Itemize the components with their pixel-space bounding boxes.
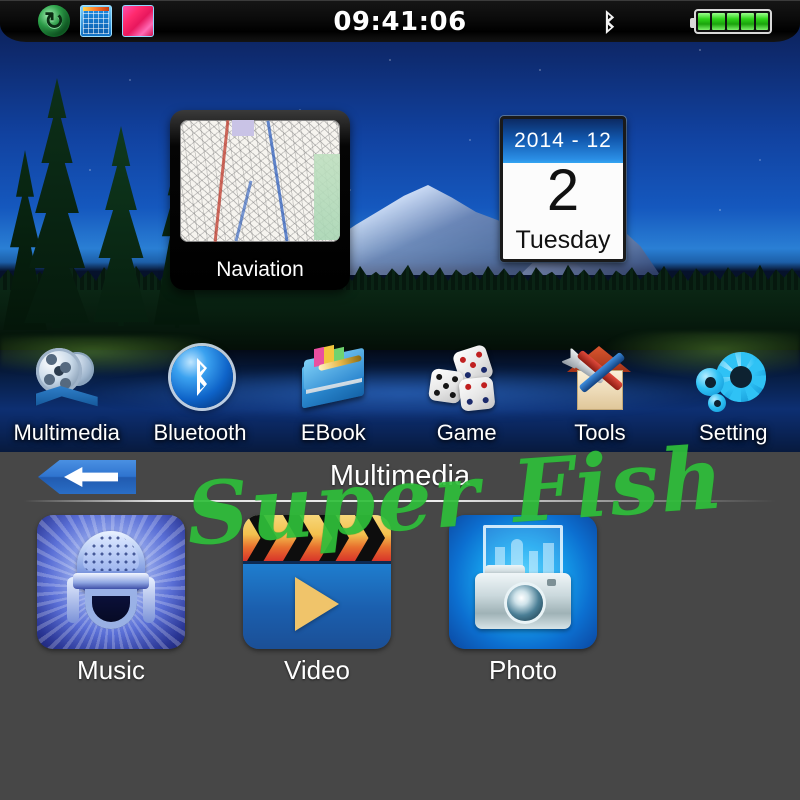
dock-label: Multimedia	[13, 420, 120, 445]
house-tools-icon	[563, 346, 637, 418]
dock-item-setting[interactable]: Setting	[667, 314, 800, 452]
bluetooth-icon	[163, 346, 237, 418]
status-bar: 09:41:06	[0, 0, 800, 42]
bluetooth-icon	[596, 8, 622, 35]
calendar-month-label: 2014 - 12	[503, 119, 623, 163]
navigation-tile-label: Naviation	[216, 258, 304, 281]
dock-item-game[interactable]: Game	[400, 314, 533, 452]
battery-cell	[698, 13, 711, 30]
dock-label: Setting	[699, 420, 768, 445]
dock-item-tools[interactable]: Tools	[533, 314, 666, 452]
battery-cell	[712, 13, 725, 30]
dock-item-ebook[interactable]: EBook	[267, 314, 400, 452]
app-grid: Music Video Photo	[0, 515, 800, 695]
dock-item-bluetooth[interactable]: Bluetooth	[133, 314, 266, 452]
clapperboard-play-icon	[243, 515, 391, 649]
device-screen: 09:41:06 Naviation 2014 - 12 2	[0, 0, 800, 800]
book-icon	[296, 344, 370, 418]
film-reel-icon	[30, 346, 104, 418]
dock-item-multimedia[interactable]: Multimedia	[0, 314, 133, 452]
calendar-day-number: 2	[546, 158, 580, 223]
title-divider	[24, 500, 776, 502]
calendar-body: 2 Tuesday	[503, 159, 623, 259]
app-label: Photo	[489, 655, 557, 685]
map-water	[232, 120, 254, 136]
dock-label: Bluetooth	[153, 420, 247, 445]
navigation-tile[interactable]: Naviation	[170, 110, 350, 290]
battery-cell	[741, 13, 754, 30]
gears-icon	[696, 346, 770, 418]
clock-time: 09:41:06	[333, 7, 467, 37]
dock-label: EBook	[300, 420, 366, 445]
app-item-video[interactable]: Video	[242, 515, 392, 695]
dock-label: Game	[436, 420, 497, 445]
play-triangle-icon	[295, 577, 339, 631]
app-label: Music	[77, 655, 145, 685]
clapperboard-top	[243, 515, 391, 561]
camera-icon	[449, 515, 597, 649]
dice-icon	[427, 343, 504, 418]
battery-cell	[726, 13, 740, 30]
dock-label: Tools	[574, 420, 626, 445]
map-water	[314, 154, 340, 240]
battery-icon	[690, 9, 772, 34]
home-dock: Multimedia Bluetooth EBook Game Tools Se…	[0, 314, 800, 452]
microphone-icon	[37, 515, 185, 649]
battery-cell	[755, 13, 769, 30]
calendar-weekday: Tuesday	[515, 226, 611, 254]
app-item-photo[interactable]: Photo	[448, 515, 598, 695]
map-icon	[180, 120, 340, 242]
calendar-widget[interactable]: 2014 - 12 2 Tuesday	[500, 116, 626, 262]
app-item-music[interactable]: Music	[36, 515, 186, 695]
back-arrow-icon[interactable]	[38, 460, 136, 494]
app-label: Video	[283, 655, 351, 685]
